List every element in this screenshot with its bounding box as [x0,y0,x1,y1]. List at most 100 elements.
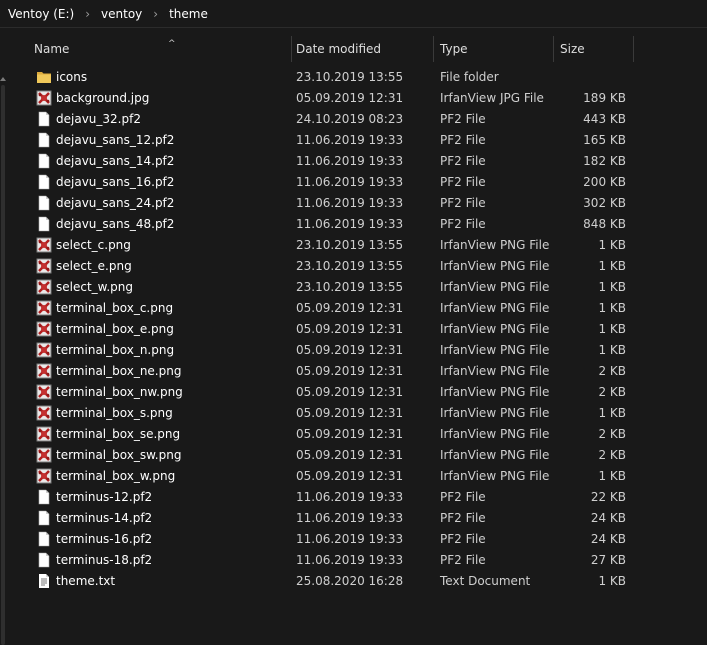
file-type: IrfanView PNG File [440,259,550,273]
file-size: 1 KB [598,259,626,273]
file-type: PF2 File [440,154,486,168]
file-row[interactable]: theme.txt 25.08.2020 16:28 Text Document 1 … [14,571,694,592]
file-date-modified: 05.09.2019 12:31 [296,301,404,315]
file-size: 189 KB [583,91,626,105]
file-row[interactable]: terminal_box_ne.png 05.09.2019 12:31 Irfan… [14,361,694,382]
file-name: icons [56,70,88,84]
blank-file-icon [36,216,52,232]
address-bar[interactable]: Ventoy (E:) › ventoy › theme [0,0,707,28]
chevron-right-icon[interactable]: › [76,7,99,21]
file-type: IrfanView PNG File [440,238,550,252]
irfanview-image-icon [36,405,52,421]
file-row[interactable]: terminal_box_sw.png 05.09.2019 12:31 Irfan… [14,445,694,466]
file-type: PF2 File [440,553,486,567]
file-date-modified: 05.09.2019 12:31 [296,448,404,462]
column-header-size[interactable]: Size [554,36,634,62]
file-name: dejavu_sans_16.pf2 [56,175,175,189]
file-row[interactable]: terminus-18.pf2 11.06.2019 19:33 PF2 File 2… [14,550,694,571]
file-date-modified: 05.09.2019 12:31 [296,406,404,420]
irfanview-image-icon [36,90,52,106]
file-row[interactable]: dejavu_sans_14.pf2 11.06.2019 19:33 PF2 Fi… [14,151,694,172]
file-type: IrfanView PNG File [440,343,550,357]
file-row[interactable]: terminus-16.pf2 11.06.2019 19:33 PF2 File 2… [14,529,694,550]
file-row[interactable]: terminal_box_n.png 05.09.2019 12:31 IrfanV… [14,340,694,361]
irfanview-image-icon [36,426,52,442]
file-size: 1 KB [598,322,626,336]
file-size: 443 KB [583,112,626,126]
file-size [554,67,626,88]
file-name: terminus-16.pf2 [56,532,153,546]
file-date-modified: 11.06.2019 19:33 [296,511,404,525]
file-row[interactable]: terminal_box_c.png 05.09.2019 12:31 IrfanV… [14,298,694,319]
file-type: IrfanView PNG File [440,385,550,399]
file-row[interactable]: terminal_box_se.png 05.09.2019 12:31 Irfan… [14,424,694,445]
file-size: 182 KB [583,154,626,168]
irfanview-image-icon [36,279,52,295]
file-type: PF2 File [440,217,486,231]
column-header-date[interactable]: Date modified [290,36,434,62]
file-name: select_c.png [56,238,131,252]
scroll-up-icon[interactable] [0,77,6,81]
file-row[interactable]: dejavu_sans_12.pf2 11.06.2019 19:33 PF2 Fi… [14,130,694,151]
irfanview-image-icon [36,363,52,379]
file-name: select_w.png [56,280,134,294]
breadcrumb-theme[interactable]: theme [167,7,210,21]
file-name: terminus-14.pf2 [56,511,153,525]
file-row[interactable]: terminal_box_w.png 05.09.2019 12:31 IrfanV… [14,466,694,487]
folder-icon [36,69,52,85]
blank-file-icon [36,195,52,211]
file-name: background.jpg [56,91,150,105]
blank-file-icon [36,510,52,526]
column-header-name[interactable]: Name [28,36,292,62]
file-size: 1 KB [598,280,626,294]
file-date-modified: 11.06.2019 19:33 [296,553,404,567]
file-size: 2 KB [598,448,626,462]
file-row[interactable]: select_e.png 23.10.2019 13:55 IrfanView PN… [14,256,694,277]
file-row[interactable]: terminus-14.pf2 11.06.2019 19:33 PF2 File 2… [14,508,694,529]
file-name: terminal_box_n.png [56,343,175,357]
file-type: IrfanView PNG File [440,322,550,336]
file-row[interactable]: dejavu_sans_16.pf2 11.06.2019 19:33 PF2 Fi… [14,172,694,193]
breadcrumb-ventoy[interactable]: ventoy [99,7,144,21]
file-size: 24 KB [590,532,626,546]
chevron-right-icon[interactable]: › [144,7,167,21]
file-size: 1 KB [598,469,626,483]
column-header-name-label: Name [34,42,70,56]
blank-file-icon [36,153,52,169]
breadcrumb-drive[interactable]: Ventoy (E:) [6,7,76,21]
file-type: Text Document [440,574,531,588]
file-row[interactable]: dejavu_32.pf2 24.10.2019 08:23 PF2 File 443… [14,109,694,130]
file-size: 1 KB [598,406,626,420]
file-row[interactable]: dejavu_sans_48.pf2 11.06.2019 19:33 PF2 Fi… [14,214,694,235]
file-row[interactable]: terminal_box_s.png 05.09.2019 12:31 IrfanV… [14,403,694,424]
irfanview-image-icon [36,321,52,337]
file-row[interactable]: dejavu_sans_24.pf2 11.06.2019 19:33 PF2 Fi… [14,193,694,214]
navigation-scrollbar[interactable] [0,77,6,645]
file-date-modified: 11.06.2019 19:33 [296,154,404,168]
file-date-modified: 11.06.2019 19:33 [296,196,404,210]
file-row[interactable]: terminal_box_nw.png 05.09.2019 12:31 Irfan… [14,382,694,403]
column-header-type[interactable]: Type [434,36,554,62]
file-row[interactable]: select_w.png 23.10.2019 13:55 IrfanView PN… [14,277,694,298]
column-header-size-label: Size [560,42,585,56]
file-type: IrfanView PNG File [440,364,550,378]
file-row[interactable]: background.jpg 05.09.2019 12:31 IrfanView … [14,88,694,109]
file-date-modified: 11.06.2019 19:33 [296,217,404,231]
file-date-modified: 11.06.2019 19:33 [296,532,404,546]
file-size: 848 KB [583,217,626,231]
file-name: terminus-12.pf2 [56,490,153,504]
file-name: terminal_box_s.png [56,406,173,420]
file-size: 2 KB [598,385,626,399]
file-name: terminal_box_w.png [56,469,176,483]
file-type: IrfanView PNG File [440,406,550,420]
file-row[interactable]: select_c.png 23.10.2019 13:55 IrfanView PN… [14,235,694,256]
file-date-modified: 25.08.2020 16:28 [296,574,404,588]
file-type: IrfanView PNG File [440,280,550,294]
file-date-modified: 11.06.2019 19:33 [296,490,404,504]
file-row[interactable]: icons 23.10.2019 13:55 File folder [14,67,694,88]
file-size: 302 KB [583,196,626,210]
file-date-modified: 11.06.2019 19:33 [296,133,404,147]
scrollbar-track[interactable] [1,85,5,645]
file-row[interactable]: terminus-12.pf2 11.06.2019 19:33 PF2 File 2… [14,487,694,508]
file-row[interactable]: terminal_box_e.png 05.09.2019 12:31 IrfanV… [14,319,694,340]
